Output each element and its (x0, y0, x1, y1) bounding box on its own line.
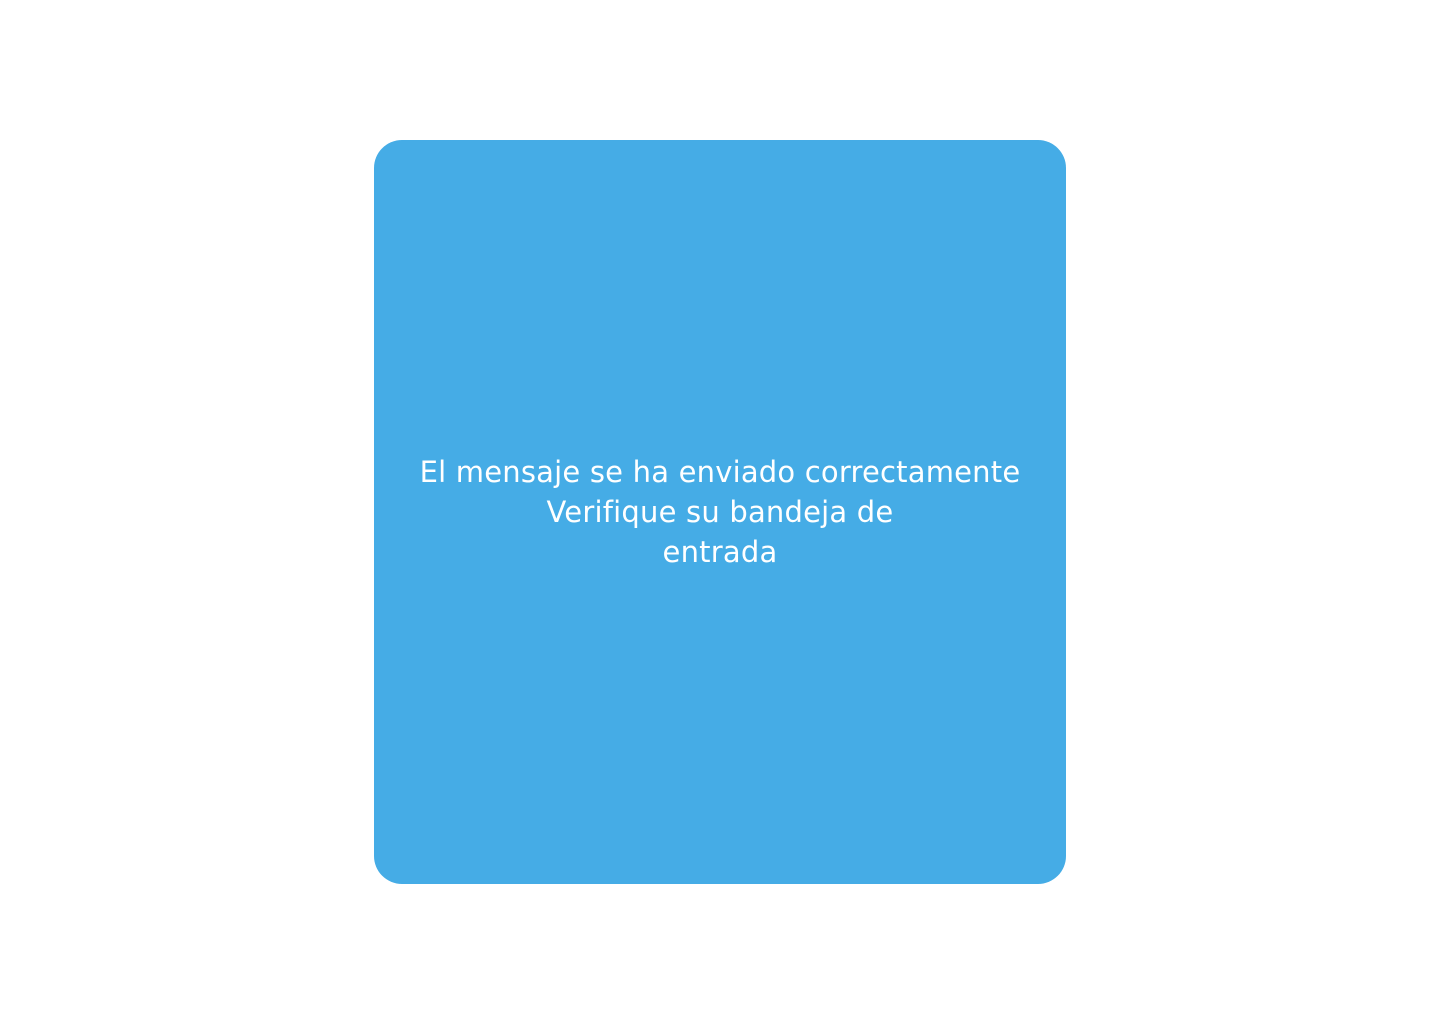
confirmation-message: El mensaje se ha enviado correctamente V… (420, 452, 1021, 572)
message-line-sent: El mensaje se ha enviado correctamente (419, 455, 1021, 489)
confirmation-card: El mensaje se ha enviado correctamente V… (374, 140, 1066, 884)
message-line-check-inbox: Verifique su bandeja de (546, 495, 894, 529)
message-line-inbox: entrada (662, 535, 778, 569)
page: El mensaje se ha enviado correctamente V… (0, 0, 1440, 1024)
